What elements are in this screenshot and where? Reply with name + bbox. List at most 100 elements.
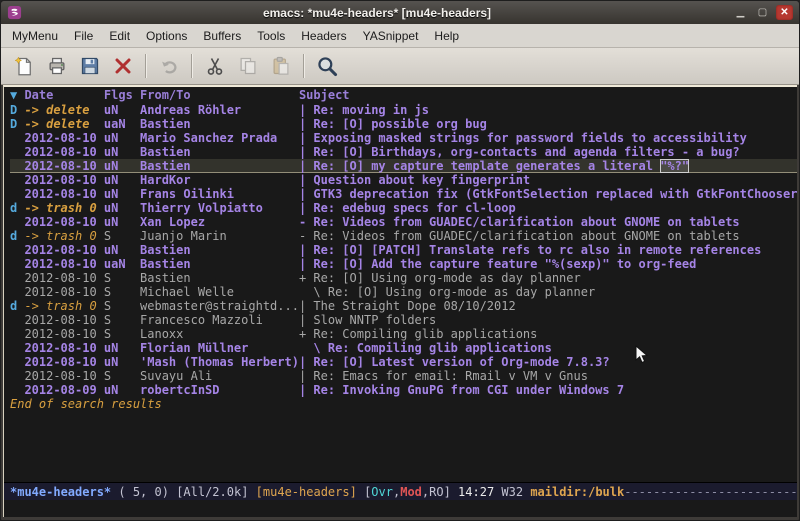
message-mark-prefix	[10, 327, 24, 341]
window-title: emacs: *mu4e-headers* [mu4e-headers]	[22, 6, 732, 20]
print-icon[interactable]	[42, 52, 72, 81]
toolbar-separator	[191, 54, 193, 78]
column-header-from[interactable]: From/To	[140, 87, 299, 103]
message-row[interactable]: d-> trash 0Swebmaster@straightd...| The …	[10, 299, 797, 313]
menu-bar: MyMenuFileEditOptionsBuffersToolsHeaders…	[1, 24, 799, 48]
message-row[interactable]: 2012-08-10uNBastien| Re: [O] Birthdays, …	[10, 145, 797, 159]
message-from: Bastien	[140, 159, 299, 173]
text-cursor: "%?"	[660, 159, 689, 173]
message-subject: | Re: moving in js	[299, 103, 797, 117]
close-button-icon[interactable]: ✕	[776, 5, 793, 20]
message-from: Andreas Röhler	[140, 103, 299, 117]
menu-item-options[interactable]: Options	[139, 26, 194, 46]
message-flags: uN	[104, 187, 140, 201]
message-date: 2012-08-10	[24, 313, 103, 327]
message-flags: S	[104, 313, 140, 327]
undo-icon	[154, 52, 184, 81]
message-subject: | Exposing masked strings for password f…	[299, 131, 797, 145]
message-date: 2012-08-10	[24, 327, 103, 341]
frame-bottom-border	[1, 517, 799, 520]
message-mark-prefix: d	[10, 299, 24, 313]
menu-item-mymenu[interactable]: MyMenu	[5, 26, 65, 46]
message-from: Frans Oilinki	[140, 187, 299, 201]
search-icon[interactable]	[312, 52, 342, 81]
menu-item-headers[interactable]: Headers	[294, 26, 353, 46]
message-from: Michael Welle	[140, 285, 299, 299]
end-of-results-message: End of search results	[10, 397, 797, 411]
message-row[interactable]: 2012-08-10SBastien+ Re: [O] Using org-mo…	[10, 271, 797, 285]
minimize-button-icon[interactable]: ▁	[732, 5, 749, 20]
message-date: -> trash 0	[24, 201, 103, 215]
message-row[interactable]: 2012-08-10uN'Mash (Thomas Herbert)| Re: …	[10, 355, 797, 369]
titlebar: emacs: *mu4e-headers* [mu4e-headers] ▁ ▢…	[1, 1, 799, 24]
column-header-subject[interactable]: Subject	[299, 87, 797, 103]
message-row[interactable]: 2012-08-10SMichael Welle \ Re: [O] Using…	[10, 285, 797, 299]
menu-item-buffers[interactable]: Buffers	[196, 26, 248, 46]
sort-direction-icon[interactable]: ▼	[10, 87, 24, 103]
echo-area[interactable]	[4, 500, 797, 517]
message-row[interactable]: 2012-08-10uNFlorian Müllner \ Re: Compil…	[10, 341, 797, 355]
menu-item-help[interactable]: Help	[427, 26, 466, 46]
copy-icon	[233, 52, 263, 81]
message-subject: + Re: [O] Using org-mode as day planner	[299, 271, 797, 285]
modeline-major-mode: [mu4e-headers]	[256, 485, 357, 499]
message-subject: | Re: [O] Latest version of Org-mode 7.8…	[299, 355, 797, 369]
modeline-maildir: maildir:/bulk	[530, 485, 624, 499]
message-row[interactable]: 2012-08-10uNXan Lopez- Re: Videos from G…	[10, 215, 797, 229]
message-row[interactable]: d-> trash 0uNThierry Volpiatto| Re: edeb…	[10, 201, 797, 215]
message-flags: uN	[104, 215, 140, 229]
message-date: 2012-08-10	[24, 341, 103, 355]
message-date: 2012-08-10	[24, 285, 103, 299]
message-row[interactable]: 2012-08-10uNBastien| Re: [O] my capture …	[10, 159, 797, 173]
cut-icon[interactable]	[200, 52, 230, 81]
message-date: 2012-08-10	[24, 243, 103, 257]
maximize-button-icon[interactable]: ▢	[754, 5, 771, 20]
message-row[interactable]: D-> deleteuNAndreas Röhler| Re: moving i…	[10, 103, 797, 117]
message-row[interactable]: 2012-08-10uaNBastien| Re: [O] Add the ca…	[10, 257, 797, 271]
message-subject: | GTK3 deprecation fix (GtkFontSelection…	[299, 187, 797, 201]
message-date: 2012-08-10	[24, 271, 103, 285]
message-date: -> delete	[24, 103, 103, 117]
close-icon[interactable]	[108, 52, 138, 81]
mode-line[interactable]: *mu4e-headers* ( 5, 0) [All/2.0k] [mu4e-…	[4, 482, 797, 500]
message-date: 2012-08-10	[24, 355, 103, 369]
menu-item-file[interactable]: File	[67, 26, 100, 46]
message-row[interactable]: 2012-08-10uNBastien| Re: [O] [PATCH] Tra…	[10, 243, 797, 257]
message-date: -> delete	[24, 117, 103, 131]
message-flags: uN	[104, 103, 140, 117]
column-header-date[interactable]: Date	[24, 87, 103, 103]
new-file-icon[interactable]	[9, 52, 39, 81]
modeline-spacer	[357, 485, 364, 499]
message-from: Mario Sanchez Prada	[140, 131, 299, 145]
headers-buffer: ▼ Date Flgs From/To Subject D-> deleteuN…	[4, 87, 797, 482]
message-row[interactable]: 2012-08-10SLanoxx+ Re: Compiling glib ap…	[10, 327, 797, 341]
message-row[interactable]: 2012-08-10uNHardKor| Question about key …	[10, 173, 797, 187]
modeline-overwrite-flag: Ovr	[371, 485, 393, 499]
menu-item-edit[interactable]: Edit	[102, 26, 137, 46]
message-subject: | Re: [O] Birthdays, org-contacts and ag…	[299, 145, 797, 159]
modeline-status-open: [	[364, 485, 371, 499]
message-row[interactable]: 2012-08-09uNrobertcInSD| Re: Invoking Gn…	[10, 383, 797, 397]
menu-item-yasnippet[interactable]: YASnippet	[356, 26, 426, 46]
emacs-frame: ▼ Date Flgs From/To Subject D-> deleteuN…	[3, 85, 797, 517]
message-from: HardKor	[140, 173, 299, 187]
message-row[interactable]: 2012-08-10SSuvayu Ali| Re: Emacs for ema…	[10, 369, 797, 383]
message-row[interactable]: 2012-08-10SFrancesco Mazzoli| Slow NNTP …	[10, 313, 797, 327]
message-row[interactable]: D-> deleteuaNBastien| Re: [O] possible o…	[10, 117, 797, 131]
message-mark-prefix	[10, 215, 24, 229]
message-subject: - Re: Videos from GUADEC/clarification a…	[299, 229, 797, 243]
message-from: Bastien	[140, 257, 299, 271]
message-subject: \ Re: Compiling glib applications	[299, 341, 797, 355]
toolbar-separator	[303, 54, 305, 78]
menu-item-tools[interactable]: Tools	[250, 26, 292, 46]
message-subject: | Re: [O] [PATCH] Translate refs to rc a…	[299, 243, 797, 257]
message-subject: | Re: edebug specs for cl-loop	[299, 201, 797, 215]
message-date: 2012-08-10	[24, 145, 103, 159]
save-icon[interactable]	[75, 52, 105, 81]
message-row[interactable]: 2012-08-10uNMario Sanchez Prada| Exposin…	[10, 131, 797, 145]
header-rows: D-> deleteuNAndreas Röhler| Re: moving i…	[10, 103, 797, 397]
message-row[interactable]: 2012-08-10uNFrans Oilinki| GTK3 deprecat…	[10, 187, 797, 201]
column-header-flags[interactable]: Flgs	[104, 87, 140, 103]
message-row[interactable]: d-> trash 0SJuanjo Marin- Re: Videos fro…	[10, 229, 797, 243]
message-flags: S	[104, 229, 140, 243]
